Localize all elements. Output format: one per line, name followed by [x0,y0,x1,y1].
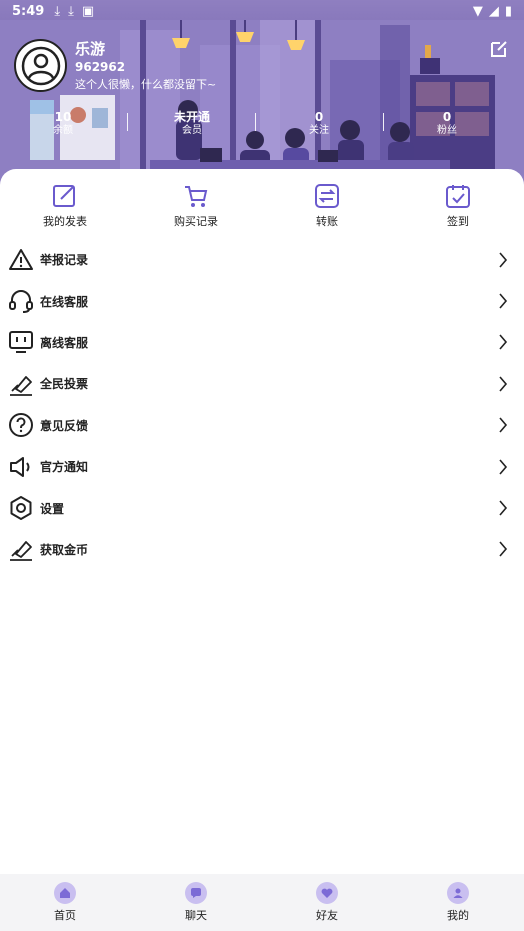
nav-label: 好友 [316,909,338,922]
menu-item-settings[interactable]: 设置 [0,487,524,528]
stat-divider [127,113,128,131]
nav-home[interactable]: 首页 [35,882,95,923]
stat-value: 0 [314,110,324,124]
quick-transfer[interactable]: 转账 [287,181,367,229]
nav-chat[interactable]: 聊天 [166,882,226,923]
checkin-icon [446,185,470,208]
menu-item-label: 设置 [40,501,65,516]
speaker-icon [10,456,30,477]
stat-following[interactable]: 0 关注 [284,110,354,138]
vote-icon [10,375,32,396]
download-icon: ⤓ [68,3,74,19]
status-bar: 5:49 ⤓ ⤓ ▣ ▼ ◢ ▮ [0,0,524,22]
stat-divider [255,113,256,131]
chevron-right-icon [499,376,508,392]
warning-icon [9,248,33,270]
menu-item-label: 全民投票 [40,377,89,392]
signal-icon: ◢ [488,3,499,19]
nav-label: 聊天 [185,909,207,922]
notification-icon: ▣ [81,3,95,19]
menu-item-feedback[interactable]: 意见反馈 [0,405,524,446]
stat-membership[interactable]: 未开通 会员 [157,110,227,138]
menu-item-label: 举报记录 [40,253,89,268]
quick-purchase-history[interactable]: 购买记录 [156,181,236,229]
question-icon [9,413,33,438]
stat-value: 10 [54,110,72,124]
stat-followers[interactable]: 0 粉丝 [412,110,482,138]
stat-label: 会员 [182,125,202,136]
profile-header: 5:49 ⤓ ⤓ ▣ ▼ ◢ ▮ 乐游 962962 这个人很懒，什么都没留下~… [0,0,524,190]
chevron-right-icon [499,417,508,433]
stats-bar: 10 余额 未开通 会员 0 关注 0 粉丝 [0,110,524,140]
menu-item-label: 意见反馈 [40,418,89,433]
stat-value: 0 [442,110,452,124]
avatar[interactable] [14,39,67,92]
user-avatar-icon [21,46,60,85]
chevron-right-icon [499,293,508,309]
menu-item-official-notice[interactable]: 官方通知 [0,446,524,487]
menu-item-label: 离线客服 [40,335,89,350]
transfer-icon [315,184,339,208]
quick-label: 转账 [316,215,338,228]
chevron-right-icon [499,334,508,350]
stat-divider [383,113,384,131]
stat-balance[interactable]: 10 余额 [28,110,98,138]
office-illustration [0,20,524,190]
quick-label: 购买记录 [174,215,218,228]
chevron-right-icon [499,459,508,475]
monitor-icon [9,331,33,354]
user-icon [447,882,469,904]
headset-icon [9,290,33,314]
stat-value: 未开通 [173,110,210,124]
quick-checkin[interactable]: 签到 [418,181,498,229]
home-icon [54,882,76,904]
chat-icon [185,882,207,904]
chevron-right-icon [499,252,508,268]
battery-icon: ▮ [504,3,512,19]
menu-item-label: 获取金币 [40,542,89,557]
cart-icon [185,186,208,207]
nav-me[interactable]: 我的 [428,882,488,923]
menu-item-vote[interactable]: 全民投票 [0,363,524,404]
menu-item-label: 在线客服 [40,294,89,309]
chevron-right-icon [499,541,508,557]
quick-label: 签到 [447,215,469,228]
user-id: 962962 [75,60,126,74]
stat-label: 余额 [53,125,73,136]
wifi-icon: ▼ [472,3,483,19]
bottom-nav: 首页 聊天 好友 我的 [0,874,524,931]
settings-icon [10,496,32,521]
quick-actions: 我的发表 购买记录 转账 签到 [0,181,524,241]
chevron-right-icon [499,500,508,516]
status-time: 5:49 [12,3,45,19]
menu-item-report-history[interactable]: 举报记录 [0,239,524,280]
menu-item-get-coins[interactable]: 获取金币 [0,529,524,570]
user-name: 乐游 [75,40,106,58]
nav-label: 首页 [54,909,76,922]
coin-vote-icon [10,541,32,562]
user-bio: 这个人很懒，什么都没留下~ [75,78,217,91]
menu-item-offline-support[interactable]: 离线客服 [0,322,524,363]
menu-item-online-support[interactable]: 在线客服 [0,280,524,321]
menu-list: 举报记录 在线客服 离线客服 全民投票 意见反馈 官方通知 设置 获取金币 [0,239,524,570]
nav-label: 我的 [447,909,469,922]
heart-icon [316,882,338,904]
quick-label: 我的发表 [43,215,87,228]
download-icon: ⤓ [54,3,61,19]
edit-square-icon [53,185,75,207]
content-card: 我的发表 购买记录 转账 签到 举报记录 在线客服 离线客服 全民投票 意见反馈… [0,169,524,874]
nav-friends[interactable]: 好友 [297,882,357,923]
quick-my-posts[interactable]: 我的发表 [25,181,105,229]
edit-profile-icon[interactable] [488,38,510,60]
stat-label: 关注 [309,125,329,136]
stat-label: 粉丝 [437,125,457,136]
menu-item-label: 官方通知 [40,460,89,475]
